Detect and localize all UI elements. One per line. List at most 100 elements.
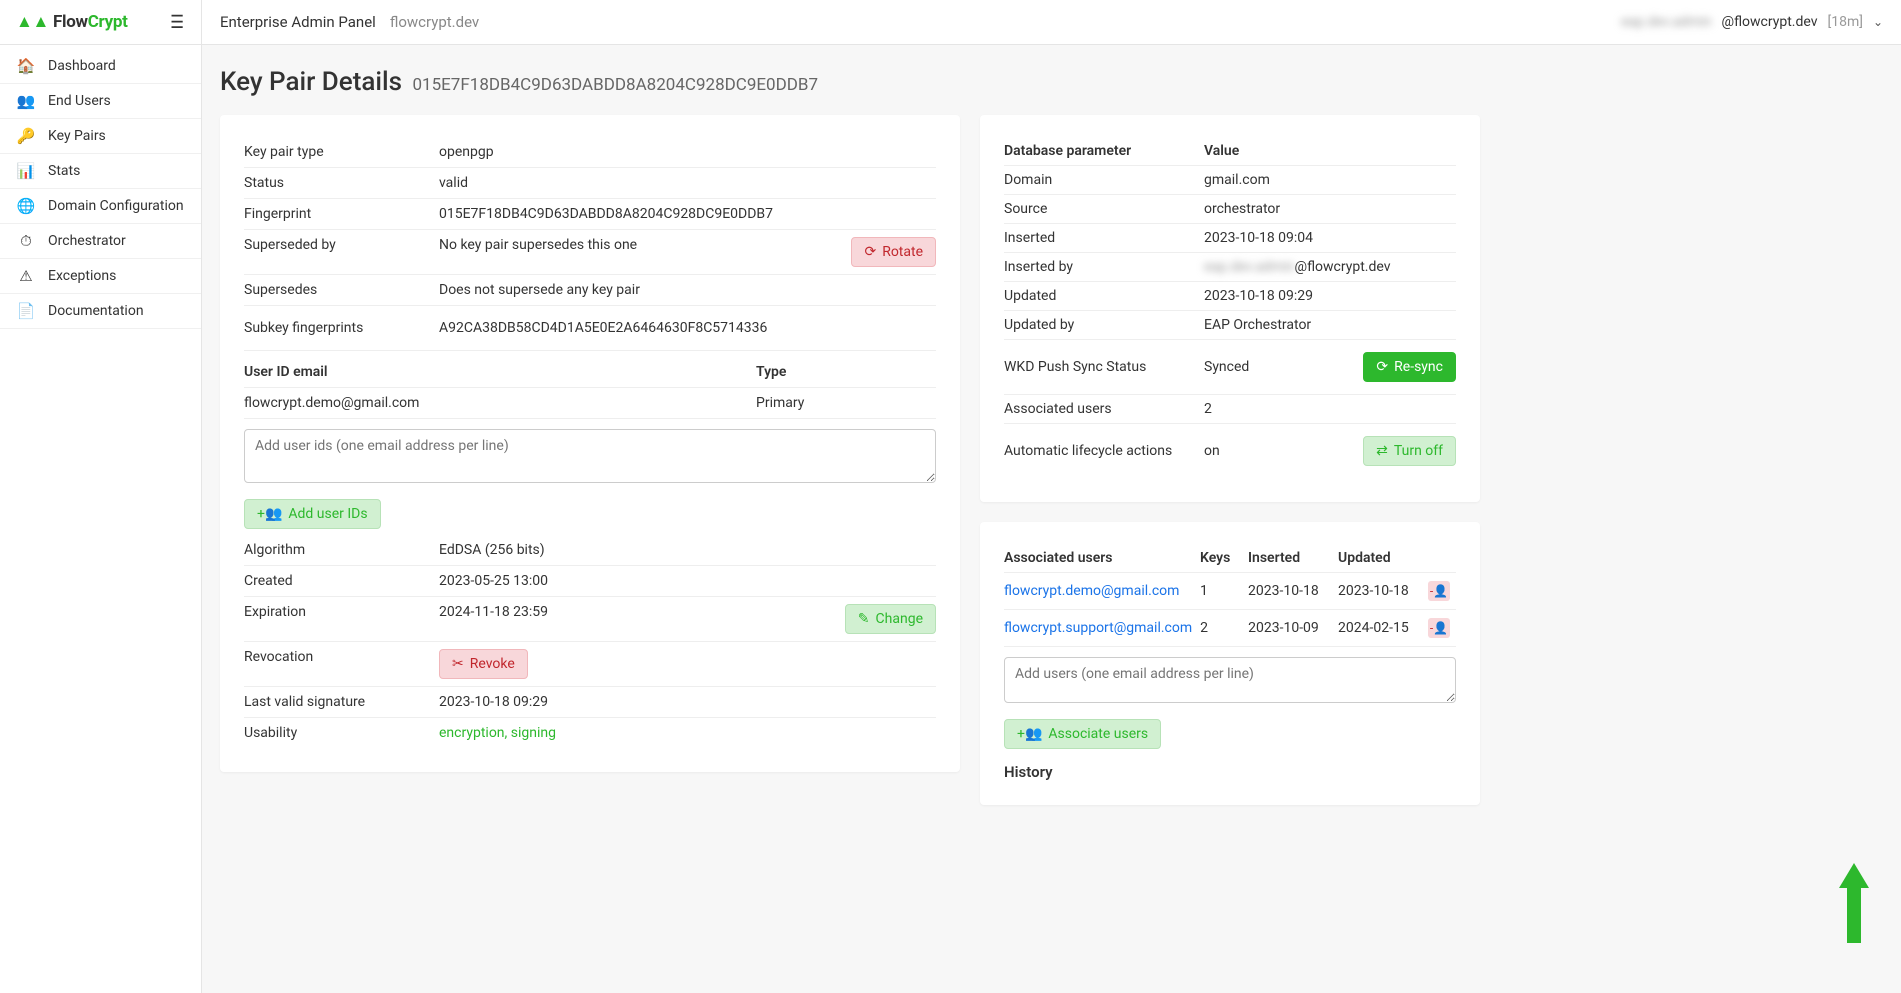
- associate-users-button-label: Associate users: [1048, 726, 1148, 742]
- status-label: Status: [244, 175, 439, 191]
- fingerprint-value: 015E7F18DB4C9D63DABDD8A8204C928DC9E0DDB7: [439, 206, 936, 222]
- sidebar-item-stats[interactable]: 📊 Stats: [0, 154, 201, 189]
- doc-icon: 📄: [16, 302, 36, 320]
- rotate-button[interactable]: ⟳ Rotate: [851, 237, 936, 267]
- associated-users-card: Associated users Keys Inserted Updated f…: [980, 522, 1480, 805]
- turn-off-button[interactable]: ⇄ Turn off: [1363, 436, 1456, 466]
- key-details-card: Key pair type openpgp Status valid Finge…: [220, 115, 960, 772]
- sidebar-item-orchestrator[interactable]: ⏱ Orchestrator: [0, 224, 201, 259]
- page-title-text: Key Pair Details: [220, 67, 402, 97]
- remove-user-icon[interactable]: -👤: [1428, 618, 1450, 638]
- superseded-by-value: No key pair supersedes this one: [439, 237, 851, 253]
- key-pair-type-value: openpgp: [439, 144, 936, 160]
- resync-button[interactable]: ⟳ Re-sync: [1363, 352, 1456, 382]
- topbar-domain: flowcrypt.dev: [390, 13, 479, 31]
- topbar-title: Enterprise Admin Panel: [220, 13, 376, 31]
- supersedes-value: Does not supersede any key pair: [439, 282, 936, 298]
- sidebar-item-label: Stats: [48, 163, 80, 179]
- inserted-label: Inserted: [1004, 230, 1204, 246]
- created-label: Created: [244, 573, 439, 589]
- account-user-domain: @flowcrypt.dev: [1722, 14, 1818, 30]
- add-user-ids-button-label: Add user IDs: [288, 506, 367, 522]
- page-title: Key Pair Details 015E7F18DB4C9D63DABDD8A…: [220, 67, 1883, 97]
- assoc-user-email-link[interactable]: flowcrypt.demo@gmail.com: [1004, 583, 1179, 599]
- created-value: 2023-05-25 13:00: [439, 573, 936, 589]
- assoc-header-users: Associated users: [1004, 550, 1200, 566]
- algorithm-value: EdDSA (256 bits): [439, 542, 936, 558]
- inserted-by-value: eap.dev.admin@flowcrypt.dev: [1204, 259, 1456, 275]
- revoke-button[interactable]: ✂ Revoke: [439, 649, 528, 679]
- assoc-user-keys: 1: [1200, 583, 1248, 599]
- status-value: valid: [439, 175, 936, 191]
- algorithm-label: Algorithm: [244, 542, 439, 558]
- associate-users-button[interactable]: +👥 Associate users: [1004, 719, 1161, 749]
- content: Key Pair Details 015E7F18DB4C9D63DABDD8A…: [202, 45, 1901, 993]
- sidebar-item-label: Documentation: [48, 303, 144, 319]
- assoc-user-keys: 2: [1200, 620, 1248, 636]
- assoc-count-value: 2: [1204, 401, 1456, 417]
- main-area: Enterprise Admin Panel flowcrypt.dev eap…: [202, 0, 1901, 993]
- assoc-header-updated: Updated: [1338, 550, 1428, 566]
- sidebar-item-label: Exceptions: [48, 268, 116, 284]
- subkey-value: A92CA38DB58CD4D1A5E0E2A6464630F8C5714336: [439, 320, 936, 336]
- updated-value: 2023-10-18 09:29: [1204, 288, 1456, 304]
- revocation-label: Revocation: [244, 649, 439, 665]
- remove-user-icon[interactable]: -👤: [1428, 581, 1450, 601]
- sidebar: ▲▲ FlowCrypt ☰ 🏠 Dashboard 👥 End Users 🔑…: [0, 0, 202, 993]
- brand-part1: Flow: [53, 12, 88, 32]
- wkd-label: WKD Push Sync Status: [1004, 359, 1204, 375]
- expiration-label: Expiration: [244, 604, 439, 620]
- usability-label: Usability: [244, 725, 439, 741]
- add-users-icon: +👥: [1017, 726, 1042, 742]
- topbar-account[interactable]: eap.dev.admin @flowcrypt.dev [18m] ⌄: [1621, 14, 1883, 30]
- sidebar-item-label: End Users: [48, 93, 111, 109]
- brand-part2: Crypt: [88, 12, 128, 32]
- uid-row: flowcrypt.demo@gmail.com Primary: [244, 388, 936, 419]
- wkd-value: Synced: [1204, 359, 1355, 375]
- sidebar-item-label: Domain Configuration: [48, 198, 184, 214]
- add-user-ids-button[interactable]: +👥 Add user IDs: [244, 499, 381, 529]
- sidebar-item-dashboard[interactable]: 🏠 Dashboard: [0, 49, 201, 84]
- sidebar-item-key-pairs[interactable]: 🔑 Key Pairs: [0, 119, 201, 154]
- db-header-value: Value: [1204, 143, 1456, 159]
- menu-toggle-icon[interactable]: ☰: [170, 12, 184, 33]
- sidebar-item-domain-config[interactable]: 🌐 Domain Configuration: [0, 189, 201, 224]
- rotate-button-label: Rotate: [882, 244, 923, 260]
- users-icon: 👥: [16, 92, 36, 110]
- source-label: Source: [1004, 201, 1204, 217]
- assoc-user-row: flowcrypt.support@gmail.com 2 2023-10-09…: [1004, 610, 1456, 647]
- key-pair-type-label: Key pair type: [244, 144, 439, 160]
- change-expiration-button[interactable]: ✎ Change: [845, 604, 936, 634]
- uid-header-type: Type: [756, 364, 936, 380]
- sidebar-item-end-users[interactable]: 👥 End Users: [0, 84, 201, 119]
- clock-icon: ⏱: [16, 232, 36, 250]
- change-button-label: Change: [876, 611, 923, 627]
- inserted-value: 2023-10-18 09:04: [1204, 230, 1456, 246]
- globe-icon: 🌐: [16, 197, 36, 215]
- assoc-user-updated: 2024-02-15: [1338, 620, 1428, 636]
- account-session: [18m]: [1828, 14, 1863, 30]
- inserted-by-label: Inserted by: [1004, 259, 1204, 275]
- history-heading: History: [1004, 763, 1456, 781]
- stats-icon: 📊: [16, 162, 36, 180]
- assoc-user-inserted: 2023-10-09: [1248, 620, 1338, 636]
- sidebar-item-label: Orchestrator: [48, 233, 126, 249]
- sidebar-item-documentation[interactable]: 📄 Documentation: [0, 294, 201, 329]
- pencil-icon: ✎: [858, 611, 870, 627]
- add-user-ids-input[interactable]: [244, 429, 936, 483]
- sidebar-item-exceptions[interactable]: ⚠ Exceptions: [0, 259, 201, 294]
- last-sig-label: Last valid signature: [244, 694, 439, 710]
- revoke-icon: ✂: [452, 656, 464, 672]
- lifecycle-label: Automatic lifecycle actions: [1004, 443, 1204, 459]
- superseded-by-label: Superseded by: [244, 237, 439, 253]
- expiration-value: 2024-11-18 23:59: [439, 604, 845, 620]
- usability-signing: signing: [511, 725, 556, 741]
- assoc-user-email-link[interactable]: flowcrypt.support@gmail.com: [1004, 620, 1192, 636]
- add-users-input[interactable]: [1004, 657, 1456, 703]
- add-users-icon: +👥: [257, 506, 282, 522]
- uid-header-email: User ID email: [244, 364, 756, 380]
- updated-by-label: Updated by: [1004, 317, 1204, 333]
- sidebar-header: ▲▲ FlowCrypt ☰: [0, 0, 201, 45]
- revoke-button-label: Revoke: [470, 656, 515, 672]
- key-icon: 🔑: [16, 127, 36, 145]
